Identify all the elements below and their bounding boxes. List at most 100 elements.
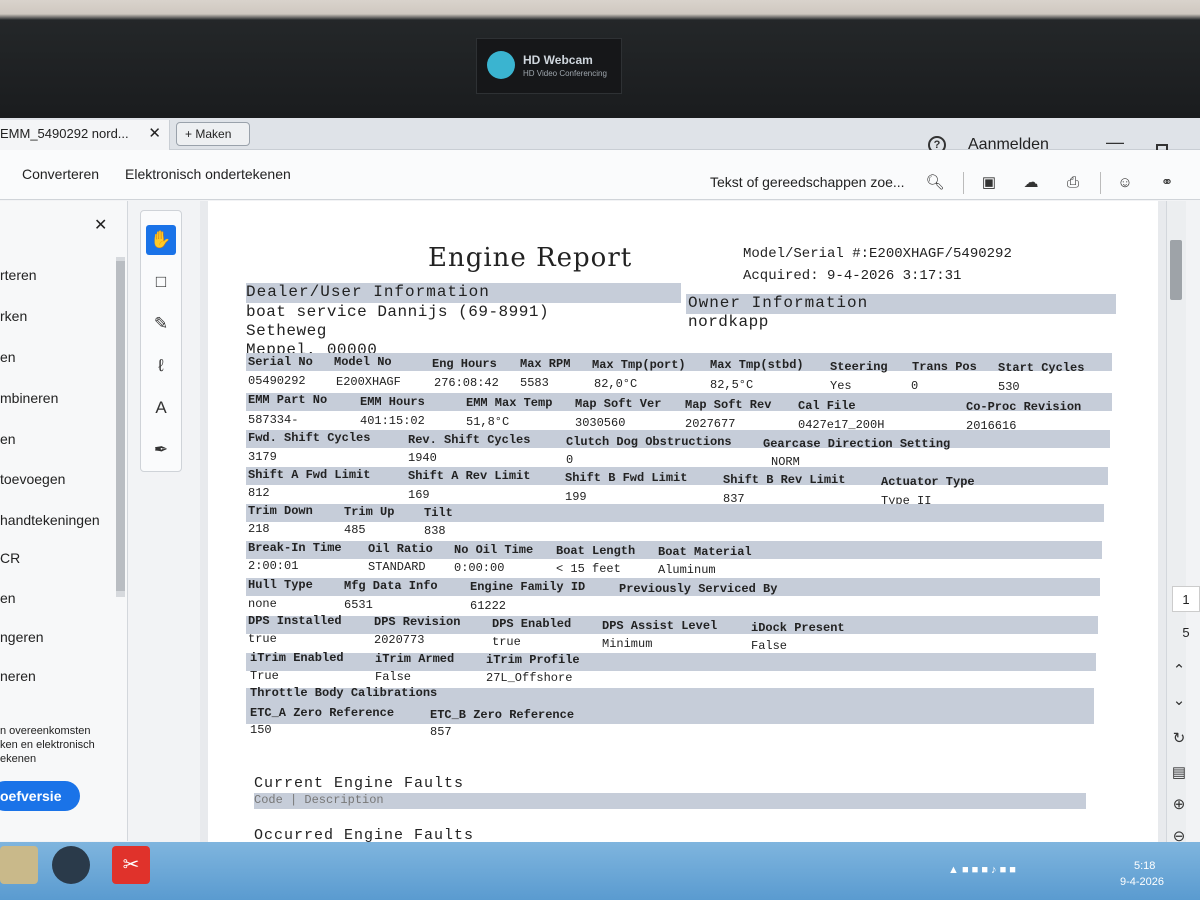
acquired-date: Acquired: 9-4-2026 3:17:31 [743, 268, 962, 284]
field-value: 5583 [520, 376, 549, 390]
field-label: iTrim Profile [486, 653, 580, 667]
field-value: 199 [565, 490, 587, 504]
panel-item[interactable]: rken [0, 308, 27, 324]
panel-item[interactable]: handtekeningen [0, 512, 100, 528]
field-label: Gearcase Direction Setting [763, 437, 951, 451]
field-label: EMM Hours [360, 395, 425, 409]
field-value: 0 [566, 453, 574, 467]
field-value: E200XHAGF [336, 375, 401, 389]
panel-item[interactable]: en [0, 590, 16, 606]
panel-item[interactable]: en [0, 431, 16, 447]
highlight-pen-icon[interactable]: ✎ [146, 309, 176, 339]
field-label: No Oil Time [454, 543, 534, 557]
field-value: 2020773 [374, 633, 425, 647]
owner-name: nordkapp [688, 313, 769, 331]
field-value: False [375, 670, 412, 684]
cloud-upload-icon[interactable]: ☁ [1020, 172, 1042, 194]
pdf-app-icon[interactable]: ✂ [112, 846, 150, 884]
field-value: 6531 [344, 598, 373, 612]
field-value: 61222 [470, 599, 507, 613]
file-explorer-icon[interactable] [0, 846, 38, 884]
field-value: False [751, 639, 788, 653]
panel-item[interactable]: rteren [0, 267, 37, 283]
clock-date[interactable]: 9-4-2026 [1120, 876, 1164, 888]
field-value: Aluminum [658, 563, 716, 577]
app-icon[interactable] [52, 846, 90, 884]
close-icon[interactable]: ✕ [148, 120, 161, 148]
field-label: DPS Enabled [492, 617, 572, 631]
add-comment-icon[interactable]: □ [146, 267, 176, 297]
field-label: Model No [334, 355, 392, 369]
field-label: Actuator Type [881, 475, 975, 489]
refresh-icon[interactable]: ↻ [1166, 726, 1192, 752]
hand-icon[interactable]: ✋ [146, 225, 176, 255]
owner-heading: Owner Information [688, 294, 869, 312]
new-tab-label: Maken [195, 127, 232, 141]
close-icon[interactable]: ✕ [94, 215, 107, 235]
webcam-sticker: HD Webcam HD Video Conferencing [476, 38, 622, 94]
field-label: Rev. Shift Cycles [408, 433, 531, 447]
webcam-title: HD Webcam [523, 53, 593, 67]
field-label: Serial No [248, 355, 313, 369]
page-number-input[interactable]: 1 [1172, 586, 1200, 612]
menu-elektronisch-ondertekenen[interactable]: Elektronisch ondertekenen [125, 166, 291, 182]
field-label: Shift B Fwd Limit [565, 471, 688, 485]
field-value: 169 [408, 488, 430, 502]
panel-item[interactable]: CR [0, 550, 20, 566]
print-icon[interactable]: ⎙ [1062, 172, 1084, 194]
search-tools-input[interactable]: Tekst of gereedschappen zoe... [710, 174, 905, 190]
panel-item[interactable]: toevoegen [0, 471, 65, 487]
document-scroll-thumb[interactable] [1170, 240, 1182, 300]
link-icon[interactable]: ⚭ [1156, 172, 1178, 194]
share-user-icon[interactable]: ☺ [1114, 172, 1136, 194]
field-label: Throttle Body Calibrations [250, 686, 438, 700]
field-label: Tilt [424, 506, 453, 520]
zoom-in-icon[interactable]: ⊕ [1166, 792, 1192, 818]
page-fit-icon[interactable]: ▤ [1166, 760, 1192, 786]
field-value: Minimum [602, 637, 653, 651]
panel-scroll-thumb[interactable] [116, 261, 125, 591]
page-total: 5 [1182, 625, 1190, 640]
panel-item[interactable]: en [0, 349, 16, 365]
menu-converteren[interactable]: Converteren [22, 166, 99, 182]
panel-item[interactable]: ngeren [0, 629, 44, 645]
field-label: Shift A Fwd Limit [248, 468, 371, 482]
field-value: 857 [430, 725, 452, 739]
trial-button[interactable]: oefversie [0, 781, 80, 811]
chevron-down-icon[interactable]: ⌄ [1166, 688, 1192, 714]
field-value: true [492, 635, 521, 649]
field-value: 276:08:42 [434, 376, 499, 390]
chevron-up-icon[interactable]: ⌃ [1166, 658, 1192, 684]
document-tab[interactable]: EMM_5490292 nord... ✕ [0, 120, 170, 150]
field-label: EMM Max Temp [466, 396, 553, 410]
tray-icons[interactable]: ▲ ■ ■ ■ ♪ ■ ■ [948, 864, 1016, 876]
screen: EMM_5490292 nord... ✕ + Maken ? Aanmelde… [0, 118, 1200, 900]
text-select-icon[interactable]: A [146, 393, 176, 423]
document-canvas: Engine Report Model/Serial #:E200XHAGF/5… [200, 201, 1168, 846]
sign-icon[interactable]: ✒ [146, 435, 176, 465]
promo-text: n overeenkomsten [0, 725, 91, 737]
field-value: 2027677 [685, 417, 736, 431]
field-label: Trim Up [344, 505, 395, 519]
field-label: Shift B Rev Limit [723, 473, 846, 487]
clock-time[interactable]: 5:18 [1134, 860, 1155, 872]
field-value: True [250, 669, 279, 683]
field-value: 82,0°C [594, 377, 638, 391]
field-label: Boat Length [556, 544, 636, 558]
field-label: Clutch Dog Obstructions [566, 435, 732, 449]
new-tab-button[interactable]: + Maken [176, 122, 250, 146]
field-value: 2:00:01 [248, 559, 299, 573]
field-label: Steering [830, 360, 888, 374]
field-label: Previously Serviced By [619, 582, 778, 596]
search-icon[interactable]: 🔍︎ [924, 172, 946, 194]
save-icon[interactable]: ▣ [978, 172, 1000, 194]
panel-item[interactable]: neren [0, 668, 36, 684]
monitor-bezel: HD Webcam HD Video Conferencing [0, 0, 1200, 118]
draw-icon[interactable]: ℓ [146, 351, 176, 381]
field-label: Engine Family ID [470, 580, 586, 594]
field-value: 530 [998, 380, 1020, 394]
panel-item[interactable]: mbineren [0, 390, 58, 406]
field-label: Hull Type [248, 578, 313, 592]
field-label: Max Tmp(stbd) [710, 358, 804, 372]
model-serial: Model/Serial #:E200XHAGF/5490292 [743, 246, 1012, 262]
